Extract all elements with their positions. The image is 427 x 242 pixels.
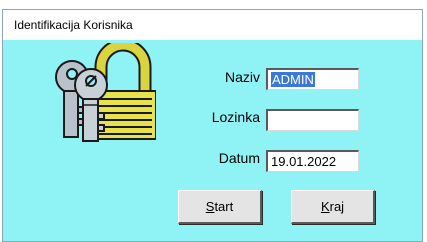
- kraj-button[interactable]: Kraj: [291, 190, 375, 224]
- keys-padlock-icon: [55, 43, 156, 142]
- lozinka-label: Lozinka: [211, 109, 260, 125]
- naziv-field[interactable]: ADMIN: [266, 68, 359, 90]
- lozinka-field[interactable]: [266, 109, 359, 131]
- datum-field[interactable]: 19.01.2022: [266, 150, 359, 172]
- naziv-value: ADMIN: [271, 72, 315, 87]
- kraj-button-mnemonic: K: [320, 199, 330, 214]
- start-button-label: tart: [214, 199, 234, 214]
- window-title: Identifikacija Korisnika: [14, 18, 133, 32]
- kraj-button-label: raj: [329, 199, 345, 214]
- naziv-label: Naziv: [224, 69, 260, 85]
- start-button[interactable]: Start: [178, 190, 262, 224]
- title-bar[interactable]: Identifikacija Korisnika: [3, 10, 422, 41]
- login-window: Identifikacija Korisnika Naziv ADMIN Loz…: [2, 9, 423, 242]
- datum-label: Datum: [218, 150, 260, 166]
